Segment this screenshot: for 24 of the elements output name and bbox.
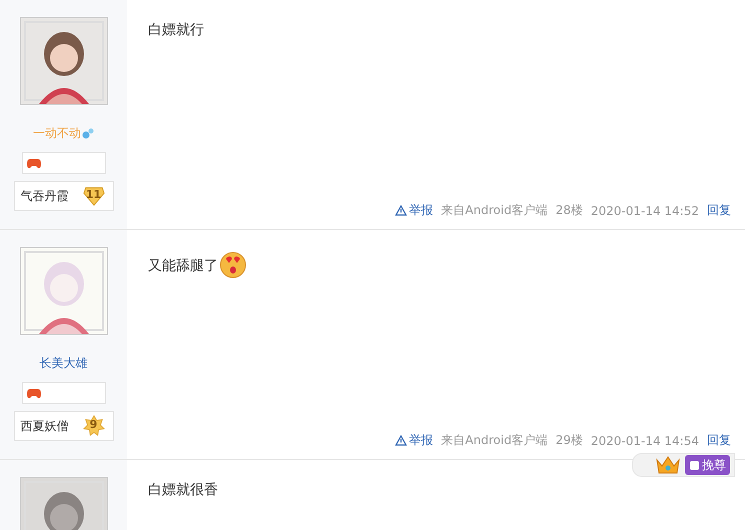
gamepad-icon xyxy=(26,388,40,398)
post-time: 2020-01-14 14:54 xyxy=(590,434,699,448)
gamepad-icon xyxy=(26,158,40,168)
crown-icon xyxy=(655,454,681,476)
level-title: 气吞丹霞 xyxy=(20,188,68,204)
report-link[interactable]: 举报 xyxy=(395,432,434,449)
post-text: 白嫖就很香 xyxy=(148,481,218,500)
report-link[interactable]: 举报 xyxy=(395,202,434,219)
post-text: 白嫖就行 xyxy=(148,21,204,40)
warning-icon xyxy=(395,435,408,446)
floor-number: 28楼 xyxy=(556,202,583,219)
warning-icon xyxy=(395,205,408,216)
reply-link[interactable]: 回复 xyxy=(707,202,731,219)
source-link[interactable]: 来自Android客户端 xyxy=(441,432,548,449)
reply-link[interactable]: 回复 xyxy=(707,432,731,449)
upvote-button[interactable]: 挽尊 xyxy=(685,455,730,475)
post-text: 又能舔腿了 xyxy=(148,257,218,276)
post-time: 2020-01-14 14:52 xyxy=(590,204,699,218)
level-title: 西夏妖僧 xyxy=(20,418,68,434)
floor-number: 29楼 xyxy=(556,432,583,449)
source-link[interactable]: 来自Android客户端 xyxy=(441,202,548,219)
level-number: 11 xyxy=(84,187,102,203)
username[interactable]: 长美大雄 xyxy=(40,355,88,372)
level-number: 9 xyxy=(88,417,98,433)
